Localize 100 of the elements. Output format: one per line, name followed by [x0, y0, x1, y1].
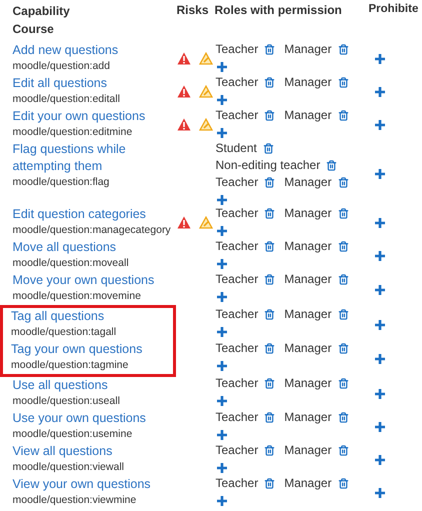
- add-icon[interactable]: [374, 318, 386, 331]
- pencil-triangle-icon: [198, 52, 212, 65]
- column-header: Prohibite: [368, 3, 418, 16]
- delete-icon[interactable]: [338, 177, 349, 188]
- role-name: Manager: [284, 443, 332, 458]
- delete-icon[interactable]: [338, 343, 349, 354]
- delete-icon[interactable]: [264, 445, 276, 456]
- warning-icon: [176, 216, 190, 229]
- delete-icon[interactable]: [264, 208, 276, 219]
- delete-icon[interactable]: [338, 378, 349, 388]
- capability-link[interactable]: Use your own questions: [12, 410, 174, 427]
- delete-icon[interactable]: [338, 110, 349, 121]
- add-icon[interactable]: [216, 127, 228, 139]
- role-name: Teacher: [216, 476, 258, 491]
- role-name: Teacher: [216, 410, 258, 425]
- delete-icon[interactable]: [264, 412, 276, 423]
- role-name: Manager: [284, 341, 332, 356]
- section-heading: Course: [12, 22, 54, 36]
- delete-icon[interactable]: [338, 274, 349, 285]
- add-icon[interactable]: [374, 86, 386, 98]
- add-icon[interactable]: [216, 258, 228, 270]
- delete-icon[interactable]: [264, 274, 276, 285]
- capability-code: moodle/question:useall: [12, 394, 121, 408]
- capability-link[interactable]: Move your own questions: [12, 272, 174, 289]
- delete-icon[interactable]: [264, 110, 276, 121]
- capability-link[interactable]: View your own questions: [12, 476, 174, 493]
- add-icon[interactable]: [374, 353, 386, 366]
- capability-link[interactable]: Tag all questions: [11, 308, 173, 325]
- pencil-triangle-icon: [198, 85, 212, 98]
- role-name: Manager: [284, 476, 332, 491]
- capability-code: moodle/question:tagmine: [11, 358, 130, 372]
- capability-link[interactable]: Edit your own questions: [12, 108, 174, 125]
- add-icon[interactable]: [216, 394, 228, 406]
- capability-link[interactable]: Tag your own questions: [11, 341, 173, 358]
- delete-icon[interactable]: [338, 44, 349, 55]
- pencil-triangle-icon: [198, 118, 212, 131]
- add-icon[interactable]: [374, 421, 386, 434]
- capability-code: moodle/question:movemine: [12, 289, 142, 303]
- capability-code: moodle/question:viewall: [12, 460, 125, 474]
- add-icon[interactable]: [216, 61, 228, 73]
- add-icon[interactable]: [216, 495, 228, 507]
- capability-code: moodle/question:usemine: [12, 427, 134, 441]
- add-icon[interactable]: [216, 360, 228, 372]
- capability-link[interactable]: Edit all questions: [12, 75, 174, 92]
- role-name: Teacher: [216, 376, 258, 390]
- role-name: Teacher: [216, 306, 258, 322]
- delete-icon[interactable]: [264, 177, 276, 188]
- capability-link[interactable]: View all questions: [12, 443, 174, 460]
- delete-icon[interactable]: [264, 378, 276, 388]
- delete-icon[interactable]: [338, 77, 349, 88]
- add-icon[interactable]: [374, 388, 386, 400]
- delete-icon[interactable]: [264, 308, 276, 320]
- add-icon[interactable]: [374, 217, 386, 230]
- role-name: Teacher: [216, 75, 258, 90]
- capability-code: moodle/question:managecategory: [12, 223, 172, 237]
- add-icon[interactable]: [216, 326, 228, 338]
- add-icon[interactable]: [216, 194, 228, 206]
- role-name: Teacher: [216, 42, 258, 57]
- capability-link[interactable]: Add new questions: [12, 42, 174, 59]
- add-icon[interactable]: [374, 250, 386, 262]
- role-name: Manager: [284, 175, 332, 190]
- add-icon[interactable]: [216, 225, 228, 237]
- capability-link[interactable]: Edit question categories: [12, 206, 174, 223]
- capability-link[interactable]: Move all questions: [12, 239, 174, 256]
- add-icon[interactable]: [216, 462, 228, 474]
- delete-icon[interactable]: [326, 160, 338, 171]
- add-icon[interactable]: [374, 119, 386, 132]
- add-icon[interactable]: [374, 53, 386, 66]
- delete-icon[interactable]: [264, 478, 276, 489]
- add-icon[interactable]: [374, 487, 386, 500]
- add-icon[interactable]: [374, 168, 386, 180]
- role-name: Teacher: [216, 108, 258, 123]
- capability-code: moodle/question:add: [12, 59, 111, 73]
- role-name: Manager: [284, 75, 332, 90]
- role-name: Teacher: [216, 175, 258, 190]
- add-icon[interactable]: [216, 94, 228, 106]
- delete-icon[interactable]: [338, 412, 349, 423]
- delete-icon[interactable]: [338, 241, 349, 252]
- delete-icon[interactable]: [262, 143, 274, 154]
- warning-icon: [176, 85, 190, 98]
- delete-icon[interactable]: [338, 478, 349, 489]
- capability-link[interactable]: Flag questions while attempting them: [12, 141, 174, 175]
- delete-icon[interactable]: [338, 208, 349, 219]
- role-name: Teacher: [216, 341, 258, 356]
- delete-icon[interactable]: [264, 343, 276, 354]
- capability-link[interactable]: Use all questions: [12, 377, 174, 394]
- delete-icon[interactable]: [338, 445, 349, 456]
- capability-code: moodle/question:tagall: [11, 325, 118, 339]
- delete-icon[interactable]: [338, 308, 349, 320]
- add-icon[interactable]: [216, 291, 228, 303]
- warning-icon: [176, 52, 190, 65]
- capability-code: moodle/question:editall: [12, 92, 121, 106]
- add-icon[interactable]: [374, 284, 386, 296]
- add-icon[interactable]: [216, 429, 228, 441]
- delete-icon[interactable]: [264, 44, 276, 55]
- role-name: Manager: [284, 410, 332, 425]
- add-icon[interactable]: [374, 454, 386, 466]
- delete-icon[interactable]: [264, 241, 276, 252]
- delete-icon[interactable]: [264, 77, 276, 88]
- role-name: Manager: [284, 206, 332, 221]
